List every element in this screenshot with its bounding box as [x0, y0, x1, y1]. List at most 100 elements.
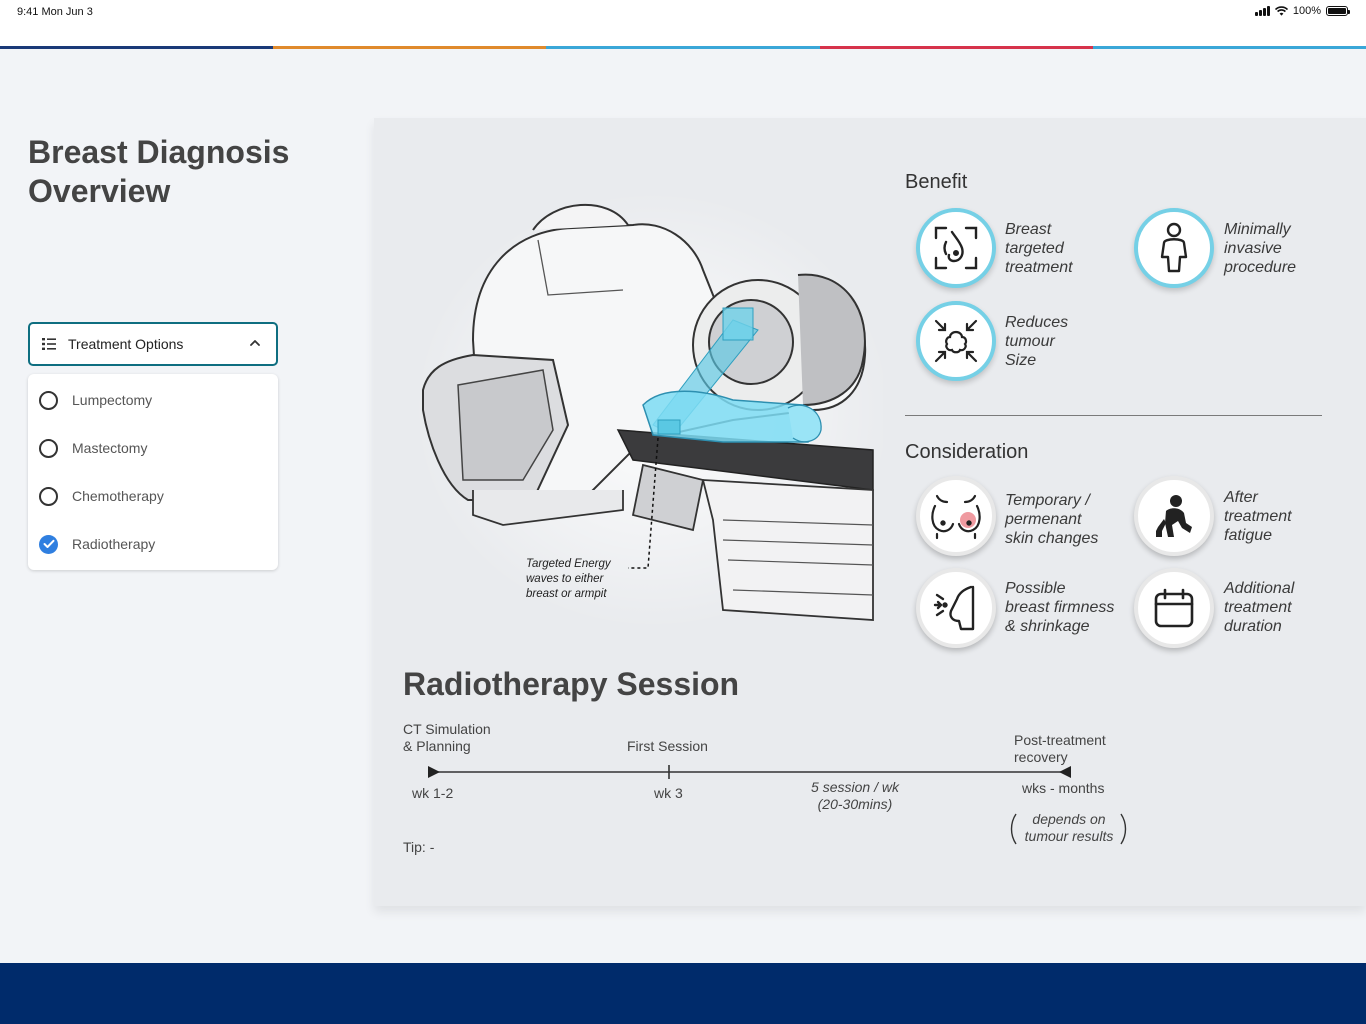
label-line: Temporary / [1005, 492, 1090, 509]
fatigue-icon [1156, 495, 1192, 537]
benefit-label-3: Reduces tumour Size [1005, 313, 1135, 370]
status-right: 100% [1254, 5, 1350, 17]
label-line: treatment [1224, 599, 1292, 616]
shrink-tumour-icon [934, 319, 978, 363]
person-icon [1160, 222, 1188, 273]
consider-label-4: Additional treatment duration [1224, 579, 1354, 636]
label-line: Breast [1005, 221, 1052, 238]
accent-color-bar [0, 46, 1366, 49]
session-title: Radiotherapy Session [403, 666, 740, 702]
right-paren-icon [1120, 813, 1127, 845]
label-line: Additional [1224, 580, 1295, 597]
consider-label-3: Possible breast firmness & shrinkage [1005, 579, 1145, 636]
timeline-line [428, 765, 1071, 779]
consider-circle-skin [916, 476, 996, 556]
timeline-start-marker [428, 766, 440, 778]
session-frequency: 5 session / wk (20-30mins) [790, 779, 920, 813]
stage2-label: First Session [627, 738, 708, 754]
label-line: permenant [1005, 511, 1082, 528]
breast-target-icon [934, 226, 978, 270]
label-line: Post-treatment [1014, 732, 1106, 748]
page-title-line2: Overview [28, 173, 171, 209]
option-radiotherapy[interactable]: Radiotherapy [39, 531, 155, 557]
radio-checked-icon[interactable] [39, 534, 58, 554]
label-line: invasive [1224, 240, 1282, 257]
consider-label-1: Temporary / permenant skin changes [1005, 491, 1145, 548]
benefit-title: Benefit [905, 171, 968, 193]
radio-unchecked-icon[interactable] [39, 486, 58, 506]
battery-percent: 100% [1292, 5, 1321, 17]
treatment-options-list: Lumpectomy Mastectomy Chemotherapy Radio… [28, 374, 278, 570]
label-line: Possible [1005, 580, 1066, 597]
status-time: 9:41 Mon Jun 3 [17, 6, 93, 18]
label-line: fatigue [1224, 527, 1273, 544]
label-line: breast firmness [1005, 599, 1115, 616]
skin-change-icon [931, 494, 981, 540]
label-line: Minimally [1224, 221, 1291, 238]
consider-circle-fatigue [1134, 476, 1214, 556]
left-paren-icon [1010, 813, 1017, 845]
page-title: Breast Diagnosis Overview [28, 133, 289, 211]
label-line: treatment [1005, 259, 1073, 276]
label-line: depends on [1032, 811, 1106, 827]
page-title-line1: Breast Diagnosis [28, 134, 290, 170]
label-line: (20-30mins) [817, 796, 893, 812]
option-chemotherapy[interactable]: Chemotherapy [39, 483, 164, 509]
benefit-label-1: Breast targeted treatment [1005, 220, 1135, 277]
option-label: Radiotherapy [72, 536, 156, 552]
label-line: procedure [1224, 259, 1297, 276]
caption-line3: breast or armpit [526, 588, 607, 600]
benefit-label-2: Minimally invasive procedure [1224, 220, 1354, 277]
benefit-circle-breast-target [916, 208, 996, 288]
label-line: Reduces [1005, 314, 1069, 331]
option-label: Chemotherapy [72, 488, 164, 504]
consider-label-2: After treatment fatigue [1224, 488, 1354, 545]
option-label: Lumpectomy [72, 392, 153, 408]
option-lumpectomy[interactable]: Lumpectomy [39, 387, 152, 413]
label-line: skin changes [1005, 530, 1099, 547]
section-divider [905, 415, 1322, 416]
wifi-icon [1274, 6, 1288, 16]
radio-unchecked-icon[interactable] [39, 390, 58, 410]
caption-line2: waves to either [526, 573, 604, 585]
caption-line1: Targeted Energy [526, 558, 611, 570]
status-bar: 9:41 Mon Jun 3 100% [0, 0, 1366, 46]
cellular-signal-icon [1254, 6, 1270, 16]
recovery-note: depends on tumour results [1018, 811, 1120, 845]
label-line: targeted [1005, 240, 1064, 257]
stage3-time: wks - months [1022, 780, 1105, 796]
label-line: treatment [1224, 508, 1292, 525]
footer-bar [0, 963, 1366, 1024]
chevron-up-icon[interactable] [249, 337, 261, 349]
option-mastectomy[interactable]: Mastectomy [39, 435, 147, 461]
radio-unchecked-icon[interactable] [39, 438, 58, 458]
calendar-icon [1154, 588, 1194, 628]
stage2-time: wk 3 [654, 785, 683, 801]
label-line: tumour results [1024, 828, 1114, 844]
stage1-label: CT Simulation & Planning [403, 721, 491, 755]
list-icon [42, 338, 56, 350]
label-line: duration [1224, 618, 1282, 635]
radiotherapy-machine-illustration [413, 190, 883, 630]
benefit-circle-shrink [916, 301, 996, 381]
dropdown-label: Treatment Options [68, 336, 184, 352]
benefit-circle-person [1134, 208, 1214, 288]
consideration-title: Consideration [905, 441, 1029, 463]
breast-firmness-icon [933, 585, 975, 631]
battery-icon [1326, 6, 1350, 16]
label-line: tumour [1005, 333, 1055, 350]
consider-circle-calendar [1134, 568, 1214, 648]
label-line: CT Simulation [403, 721, 491, 737]
label-line: & shrinkage [1005, 618, 1090, 635]
label-line: 5 session / wk [811, 779, 899, 795]
treatment-options-dropdown[interactable]: Treatment Options [28, 322, 278, 366]
consider-circle-firmness [916, 568, 996, 648]
label-line: Size [1005, 352, 1037, 369]
tip-text: Tip: - [403, 839, 435, 855]
stage1-time: wk 1-2 [412, 785, 454, 801]
label-line: After [1224, 489, 1258, 506]
label-line: & Planning [403, 738, 471, 754]
option-label: Mastectomy [72, 440, 148, 456]
timeline-end-marker [1059, 766, 1071, 778]
illustration-caption: Targeted Energy waves to either breast o… [526, 557, 611, 602]
